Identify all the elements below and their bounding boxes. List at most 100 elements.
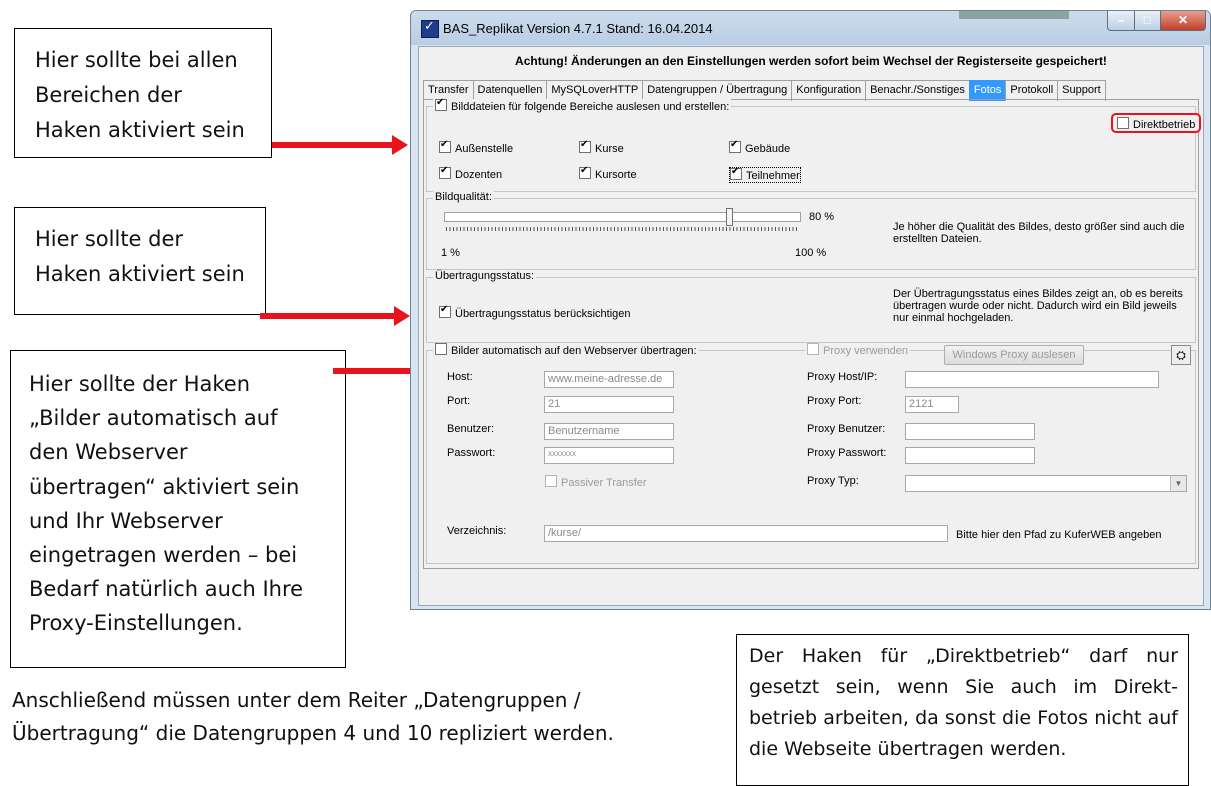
callout-line: eingetragen werden – bei [29, 543, 298, 568]
callout-text: Der Haken für „Direktbetrieb“ darf nur g… [749, 645, 1178, 760]
kursorte-check [579, 165, 591, 179]
webserver-title[interactable]: Bilder automatisch auf den Webserver übe… [433, 343, 699, 357]
user-input[interactable]: Benutzername [544, 423, 674, 440]
teilnehmer-check [730, 166, 742, 180]
window-title: BAS_Replikat Version 4.7.1 Stand: 16.04.… [443, 21, 713, 36]
close-icon: ✕ [1177, 13, 1189, 27]
quality-value: 80 % [809, 211, 835, 223]
aussenstelle-check [439, 139, 451, 153]
callout-line: Hier sollte der Haken [29, 372, 251, 396]
checkbox-proxy[interactable]: Proxy verwenden [805, 343, 910, 357]
bilddateien-label: Bilddateien für folgende Bereiche ausles… [451, 101, 730, 113]
kursorte-label: Kursorte [595, 169, 637, 181]
user-label: Benutzer: [447, 423, 495, 435]
app-icon [421, 18, 439, 38]
tab-konfiguration[interactable]: Konfiguration [791, 80, 867, 101]
bildqualitaet-title: Bildqualität: [433, 191, 494, 203]
windows-proxy-button-label: Windows Proxy auslesen [952, 349, 1076, 361]
group-bilddateien-title[interactable]: Bilddateien für folgende Bereiche ausles… [433, 97, 732, 113]
tab-datenquellen[interactable]: Datenquellen [472, 80, 548, 101]
checkbox-direktbetrieb[interactable]: Direktbetrieb [1117, 117, 1195, 131]
checkbox-aussenstelle[interactable]: Außenstelle [439, 139, 513, 155]
footer-line: Übertragung“ die Datengruppen 4 und 10 r… [12, 721, 614, 745]
app-window: BAS_Replikat Version 4.7.1 Stand: 16.04.… [410, 10, 1211, 610]
quality-slider-thumb[interactable] [726, 208, 733, 226]
uebertragungsstatus-title: Übertragungsstatus: [433, 270, 537, 282]
callout-line: Hier sollte der [35, 227, 184, 251]
maximize-button[interactable]: □ [1134, 11, 1161, 31]
passive-check [545, 475, 557, 487]
checkbox-gebaeude[interactable]: Gebäude [729, 139, 791, 155]
uebertragungsstatus-check [439, 304, 451, 318]
checkbox-passive-transfer[interactable]: Passiver Transfer [545, 475, 647, 489]
directory-input[interactable]: /kurse/ [544, 525, 948, 542]
teilnehmer-label: Teilnehmer [746, 170, 800, 182]
quality-hint: Je höher die Qualität des Bildes, desto … [893, 221, 1185, 245]
tab-protokoll[interactable]: Protokoll [1005, 80, 1059, 101]
passive-label: Passiver Transfer [561, 477, 647, 489]
tab-support[interactable]: Support [1057, 80, 1106, 101]
password-input[interactable]: xxxxxxx [544, 447, 674, 464]
kurse-label: Kurse [595, 143, 624, 155]
proxy-password-input[interactable] [905, 447, 1035, 464]
tab-datengruppen[interactable]: Datengruppen / Übertragung [642, 80, 793, 101]
arrow-to-bilddateien [272, 135, 408, 155]
callout-line: übertragen“ aktiviert sein [29, 474, 300, 499]
proxy-port-input[interactable]: 2121 [905, 396, 959, 413]
gebaeude-label: Gebäude [745, 143, 791, 155]
chevron-down-icon[interactable]: ▼ [1170, 476, 1186, 491]
callout-line: Haken aktiviert sein [35, 118, 245, 142]
proxy-user-input[interactable] [905, 423, 1035, 440]
uebertragungsstatus-hint: Der Übertragungsstatus eines Bildes zeig… [893, 288, 1183, 324]
group-bildqualitaet: Bildqualität: 80 % 1 % 100 % Je höher di… [426, 191, 1196, 270]
tab-strip: Transfer Datenquellen MySQLoverHTTP Date… [423, 80, 1106, 101]
bilddateien-checkbox[interactable] [435, 97, 447, 111]
tab-benachrichtigung[interactable]: Benachr./Sonstiges [865, 80, 970, 101]
checkbox-kurse[interactable]: Kurse [579, 139, 624, 155]
tab-fotos[interactable]: Fotos [968, 80, 1007, 101]
uebertragungsstatus-label: Übertragungsstatus berücksichtigen [455, 308, 631, 320]
gebaeude-check [729, 139, 741, 153]
callout-webserver: Hier sollte der Haken „Bilder automatisc… [10, 350, 346, 668]
callout-line: Haken aktiviert sein [35, 262, 245, 286]
ftp-transfer-icon[interactable]: ⛭ [1171, 345, 1191, 365]
checkbox-teilnehmer[interactable]: Teilnehmer [729, 166, 801, 183]
proxy-label: Proxy verwenden [823, 345, 908, 357]
proxy-password-label: Proxy Passwort: [807, 447, 887, 459]
callout-status: Hier sollte der Haken aktiviert sein [14, 207, 266, 315]
webserver-check[interactable] [435, 343, 447, 355]
warning-text: Achtung! Änderungen an den Einstellungen… [515, 54, 1107, 68]
callout-direktbetrieb: Der Haken für „Direktbetrieb“ darf nur g… [736, 634, 1189, 786]
footer-note: Anschließend müssen unter dem Reiter „Da… [12, 684, 732, 750]
close-button[interactable]: ✕ [1160, 11, 1206, 31]
minimize-button[interactable]: – [1107, 11, 1135, 31]
proxy-type-select[interactable]: ▼ [905, 475, 1187, 492]
checkbox-dozenten[interactable]: Dozenten [439, 165, 503, 181]
host-input[interactable]: www.meine-adresse.de [544, 371, 674, 388]
tab-transfer[interactable]: Transfer [423, 80, 474, 101]
port-input[interactable]: 21 [544, 396, 674, 413]
direktbetrieb-check [1117, 117, 1129, 129]
callout-line: Proxy-Einstellungen. [29, 611, 243, 636]
proxy-type-label: Proxy Typ: [807, 475, 859, 487]
windows-proxy-button[interactable]: Windows Proxy auslesen [944, 345, 1084, 365]
proxy-user-label: Proxy Benutzer: [807, 423, 886, 435]
callout-line: und Ihr Webserver [29, 508, 223, 533]
tab-mysqloverhttp[interactable]: MySQLoverHTTP [546, 80, 644, 101]
client-area: Achtung! Änderungen an den Einstellungen… [418, 46, 1204, 606]
proxy-host-input[interactable] [905, 371, 1159, 388]
direktbetrieb-label: Direktbetrieb [1133, 119, 1196, 131]
checkbox-kursorte[interactable]: Kursorte [579, 165, 637, 181]
quality-max-label: 100 % [795, 247, 827, 259]
directory-hint: Bitte hier den Pfad zu KuferWEB angeben [956, 529, 1162, 541]
title-bar-decoration [959, 11, 1069, 19]
quality-slider-track[interactable] [444, 212, 801, 222]
footer-line: Anschließend müssen unter dem Reiter „Da… [12, 688, 581, 712]
callout-line: Bereichen der [35, 83, 182, 107]
host-label: Host: [447, 371, 473, 383]
checkbox-uebertragungsstatus[interactable]: Übertragungsstatus berücksichtigen [439, 304, 631, 320]
tab-panel-fotos: Bilddateien für folgende Bereiche ausles… [423, 97, 1201, 569]
dozenten-label: Dozenten [455, 169, 503, 181]
title-bar: BAS_Replikat Version 4.7.1 Stand: 16.04.… [411, 11, 1210, 45]
callout-all-areas: Hier sollte bei allen Bereichen der Hake… [14, 28, 272, 158]
